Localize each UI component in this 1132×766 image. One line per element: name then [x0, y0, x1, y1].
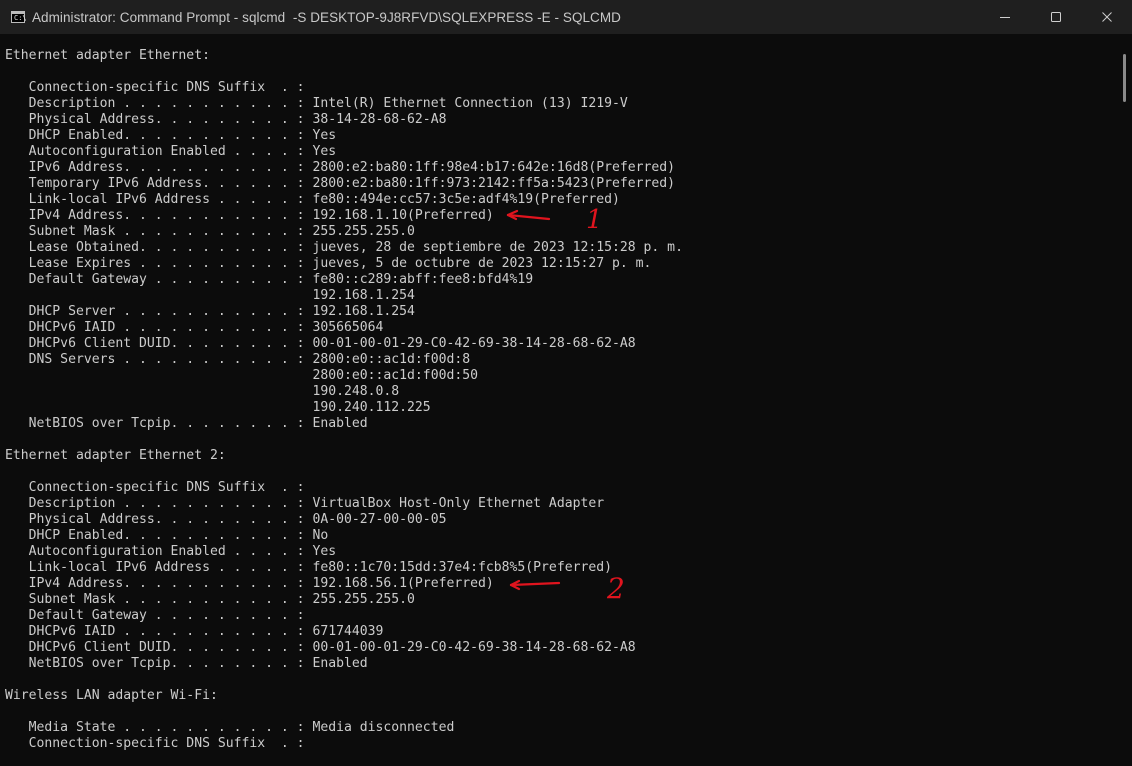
console-line: DHCPv6 Client DUID. . . . . . . . : 00-0… [5, 336, 636, 351]
console-line: Link-local IPv6 Address . . . . . : fe80… [5, 192, 620, 207]
console-line: Temporary IPv6 Address. . . . . . : 2800… [5, 176, 676, 191]
console-line: Autoconfiguration Enabled . . . . : Yes [5, 544, 337, 559]
close-icon [1101, 12, 1112, 22]
console-line: Media State . . . . . . . . . . . : Medi… [5, 720, 455, 735]
maximize-icon [1050, 12, 1061, 22]
console-line: DHCP Enabled. . . . . . . . . . . : Yes [5, 128, 337, 143]
window-title: Administrator: Command Prompt - sqlcmd -… [32, 9, 621, 25]
console-line: NetBIOS over Tcpip. . . . . . . . : Enab… [5, 656, 368, 671]
console-line: Subnet Mask . . . . . . . . . . . : 255.… [5, 224, 415, 239]
close-button[interactable] [1081, 0, 1132, 34]
console-line: DHCP Server . . . . . . . . . . . : 192.… [5, 304, 415, 319]
console-line: Ethernet adapter Ethernet: [5, 48, 210, 63]
console-line: Connection-specific DNS Suffix . : [5, 736, 305, 751]
minimize-icon [999, 17, 1010, 18]
console-line: Default Gateway . . . . . . . . . : fe80… [5, 272, 534, 287]
console-line: IPv4 Address. . . . . . . . . . . : 192.… [5, 208, 494, 223]
maximize-button[interactable] [1030, 0, 1081, 34]
console-line: 2800:e0::ac1d:f00d:50 [5, 368, 478, 383]
cmd-icon-text: C:\ [14, 14, 27, 22]
cmd-icon[interactable]: C:\ [11, 11, 27, 23]
console-line: Physical Address. . . . . . . . . : 38-1… [5, 112, 447, 127]
console-line: Default Gateway . . . . . . . . . : [5, 608, 305, 623]
scrollbar-thumb[interactable] [1123, 54, 1126, 102]
console-line: DHCPv6 IAID . . . . . . . . . . . : 3056… [5, 320, 384, 335]
console-line: NetBIOS over Tcpip. . . . . . . . : Enab… [5, 416, 368, 431]
console-line: Link-local IPv6 Address . . . . . : fe80… [5, 560, 612, 575]
console-line: Physical Address. . . . . . . . . : 0A-0… [5, 512, 447, 527]
console-line: Lease Expires . . . . . . . . . . : juev… [5, 256, 652, 271]
console-line: DNS Servers . . . . . . . . . . . : 2800… [5, 352, 471, 367]
console-line: DHCPv6 Client DUID. . . . . . . . : 00-0… [5, 640, 636, 655]
console-line: Connection-specific DNS Suffix . : [5, 480, 305, 495]
console-line: DHCP Enabled. . . . . . . . . . . : No [5, 528, 329, 543]
minimize-button[interactable] [979, 0, 1030, 34]
console-line: Autoconfiguration Enabled . . . . : Yes [5, 144, 337, 159]
console-line: Description . . . . . . . . . . . : Virt… [5, 496, 605, 511]
console-line: 190.240.112.225 [5, 400, 431, 415]
window-controls [979, 0, 1132, 34]
console-line: IPv4 Address. . . . . . . . . . . : 192.… [5, 576, 494, 591]
console-line: Subnet Mask . . . . . . . . . . . : 255.… [5, 592, 415, 607]
console-line: 190.248.0.8 [5, 384, 400, 399]
title-bar[interactable]: C:\ Administrator: Command Prompt - sqlc… [0, 0, 1132, 34]
console-line: Wireless LAN adapter Wi-Fi: [5, 688, 218, 703]
command-prompt-window: C:\ Administrator: Command Prompt - sqlc… [0, 0, 1132, 766]
console-line: Lease Obtained. . . . . . . . . . : juev… [5, 240, 683, 255]
console-line: IPv6 Address. . . . . . . . . . . : 2800… [5, 160, 676, 175]
console-output[interactable]: Ethernet adapter Ethernet: Connection-sp… [5, 48, 683, 752]
console-line: Connection-specific DNS Suffix . : [5, 80, 305, 95]
console-line: Ethernet adapter Ethernet 2: [5, 448, 226, 463]
console-line: Description . . . . . . . . . . . : Inte… [5, 96, 628, 111]
vertical-scrollbar[interactable] [1116, 34, 1132, 766]
console-line: 192.168.1.254 [5, 288, 415, 303]
console-line: DHCPv6 IAID . . . . . . . . . . . : 6717… [5, 624, 384, 639]
